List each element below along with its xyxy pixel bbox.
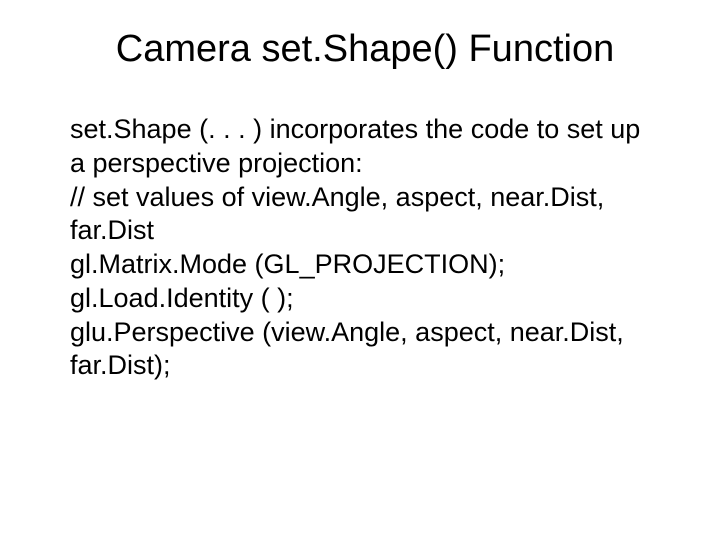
body-line-5: glu.Perspective (view.Angle, aspect, nea… [70, 316, 660, 384]
slide-title: Camera set.Shape() Function [70, 28, 660, 71]
body-line-4: gl.Load.Identity ( ); [70, 282, 660, 316]
slide: Camera set.Shape() Function set.Shape (.… [0, 0, 720, 540]
slide-body: set.Shape (. . . ) incorporates the code… [70, 113, 660, 383]
body-line-2: // set values of view.Angle, aspect, nea… [70, 181, 660, 249]
body-line-1: set.Shape (. . . ) incorporates the code… [70, 113, 660, 181]
body-line-3: gl.Matrix.Mode (GL_PROJECTION); [70, 248, 660, 282]
